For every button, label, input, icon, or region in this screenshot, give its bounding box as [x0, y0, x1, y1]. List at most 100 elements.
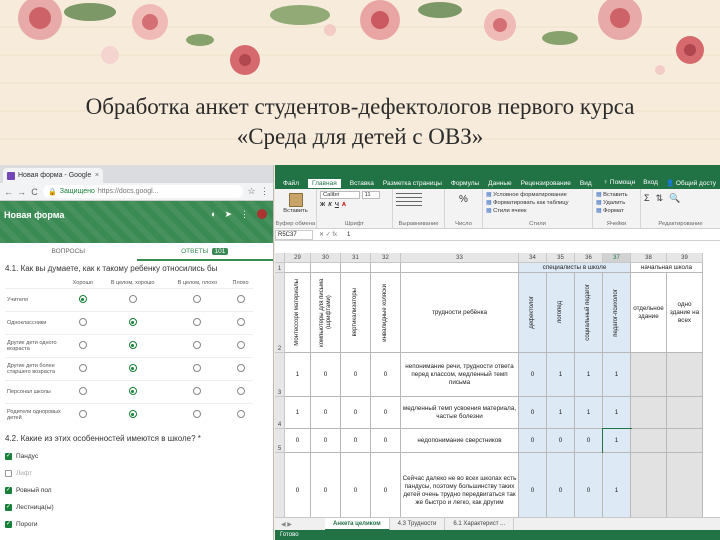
specialist-cell[interactable]: 1 [547, 353, 575, 397]
help-button[interactable]: ♀ Помощн [603, 179, 635, 187]
empty-cell[interactable] [667, 429, 703, 453]
specialist-cell[interactable]: 1 [603, 453, 631, 517]
radio-button[interactable] [193, 410, 202, 419]
specialist-cell[interactable]: 0 [519, 429, 547, 453]
ribbon-tab-data[interactable]: Данные [488, 180, 511, 187]
data-cell[interactable]: 0 [341, 353, 371, 397]
column-header[interactable]: 31 [341, 253, 371, 263]
header-cell[interactable]: Монтессори материалы [285, 273, 311, 353]
column-header[interactable]: 37 [603, 253, 631, 263]
tab-questions[interactable]: ВОПРОСЫ [0, 243, 137, 261]
radio-button[interactable] [78, 410, 87, 419]
checkbox-checked-icon[interactable]: ✓ [5, 503, 12, 511]
column-header[interactable]: 34 [519, 253, 547, 263]
row-header[interactable]: 5 [275, 429, 285, 453]
header-cell[interactable]: дефектолог [519, 273, 547, 353]
specialist-cell[interactable]: 0 [519, 453, 547, 517]
specialist-cell[interactable]: 1 [603, 397, 631, 429]
cell[interactable] [311, 263, 341, 273]
format-as-table-button[interactable]: Форматировать как таблицу [486, 199, 589, 207]
specialist-cell[interactable]: 0 [519, 397, 547, 429]
italic-button[interactable]: К [328, 202, 332, 208]
radio-button[interactable] [193, 295, 202, 303]
data-cell[interactable]: 0 [371, 453, 401, 517]
cell[interactable] [341, 263, 371, 273]
sheet-tab[interactable]: Анкета целиком [325, 517, 390, 531]
radio-button[interactable] [236, 364, 245, 372]
header-cell[interactable]: одно здание на всех [667, 273, 703, 353]
radio-button[interactable] [128, 410, 137, 419]
checkbox-option[interactable]: ✓ Пандус [5, 448, 268, 465]
data-cell[interactable]: 0 [311, 397, 341, 429]
bookmark-star-icon[interactable]: ☆ [247, 186, 256, 197]
empty-cell[interactable] [631, 429, 667, 453]
specialist-cell[interactable]: 1 [603, 353, 631, 397]
ribbon-tab-home[interactable]: Главная [307, 178, 341, 188]
align-icon[interactable] [396, 193, 422, 207]
palette-icon[interactable]: ◐ [211, 209, 216, 220]
column-header[interactable]: 35 [547, 253, 575, 263]
data-cell[interactable]: 0 [371, 353, 401, 397]
difficulty-cell[interactable]: непонимание речи, трудности ответа перед… [401, 353, 519, 397]
data-cell[interactable]: 0 [371, 429, 401, 453]
empty-cell[interactable] [667, 453, 703, 517]
delete-cells-button[interactable]: Удалить [596, 199, 637, 207]
font-name-select[interactable]: Calibri [320, 191, 360, 199]
tab-close-icon[interactable]: × [95, 172, 99, 179]
cell[interactable] [371, 263, 401, 273]
header-cell[interactable]: инвалидные коляски [371, 273, 401, 353]
data-cell[interactable]: 0 [341, 453, 371, 517]
sheet-tab[interactable]: 4.3 Трудности [390, 517, 446, 531]
header-cell[interactable]: педагог-психолог [603, 273, 631, 353]
header-cell[interactable]: отдельное здание [631, 273, 667, 353]
font-size-select[interactable]: 11 [361, 191, 380, 199]
checkbox-option[interactable]: ✓ Лестница(ы) [5, 499, 268, 516]
browser-menu-icon[interactable]: ⋮ [260, 186, 269, 197]
row-header[interactable]: 6 [275, 453, 285, 517]
header-cell[interactable]: вертикализаторы [341, 273, 371, 353]
checkbox-option[interactable]: Лифт [5, 465, 268, 482]
data-cell[interactable]: 1 [285, 353, 311, 397]
fx-icon[interactable]: ✕ ✓ fx [313, 231, 343, 238]
column-header[interactable]: 36 [575, 253, 603, 263]
cell[interactable] [285, 263, 311, 273]
checkbox-checked-icon[interactable]: ✓ [5, 486, 12, 494]
autosum-icon[interactable]: Σ [644, 193, 650, 204]
specialist-cell[interactable]: 0 [547, 453, 575, 517]
ribbon-tab-review[interactable]: Рецензирование [521, 180, 571, 187]
name-box[interactable]: R5C37 [275, 229, 313, 240]
checkbox-option[interactable]: ✓ Пороги [5, 516, 268, 533]
url-field[interactable]: 🔒 Защищено https://docs.googl... [43, 185, 243, 198]
column-header[interactable]: 32 [371, 253, 401, 263]
underline-button[interactable]: Ч [335, 202, 339, 208]
login-button[interactable]: Вход [643, 179, 658, 187]
ribbon-tab-insert[interactable]: Вставка [350, 180, 374, 187]
sort-filter-icon[interactable]: ⇅ [656, 193, 664, 204]
radio-button[interactable] [78, 318, 87, 326]
radio-button[interactable] [193, 341, 202, 349]
row-header[interactable]: 3 [275, 353, 285, 397]
data-cell[interactable]: 0 [285, 453, 311, 517]
data-cell[interactable]: 1 [285, 397, 311, 429]
more-icon[interactable]: ⋮ [240, 209, 249, 220]
difficulty-cell[interactable]: недопонимание сверстников [401, 429, 519, 453]
find-icon[interactable]: 🔍 [669, 193, 680, 204]
send-icon[interactable]: ➤ [224, 209, 232, 220]
ribbon-tab-file[interactable]: Файл [283, 180, 299, 187]
conditional-format-button[interactable]: Условное форматирование [486, 191, 589, 199]
checkbox-checked-icon[interactable]: ✓ [5, 452, 12, 460]
specialist-cell[interactable]: 1 [547, 397, 575, 429]
format-cells-button[interactable]: Формат [596, 207, 637, 215]
font-color-icon[interactable]: A [342, 202, 346, 208]
forward-icon[interactable]: → [17, 187, 26, 197]
specialist-cell[interactable]: 1 [575, 353, 603, 397]
checkbox-option[interactable]: ✓ Ровный пол [5, 482, 268, 499]
radio-button[interactable] [128, 295, 137, 303]
data-cell[interactable]: 0 [311, 429, 341, 453]
empty-cell[interactable] [631, 397, 667, 429]
column-header[interactable]: 33 [401, 253, 519, 263]
radio-button[interactable] [193, 387, 202, 395]
radio-button[interactable] [236, 295, 245, 303]
header-cell[interactable]: социальный педагог [575, 273, 603, 353]
radio-button[interactable] [128, 387, 137, 395]
